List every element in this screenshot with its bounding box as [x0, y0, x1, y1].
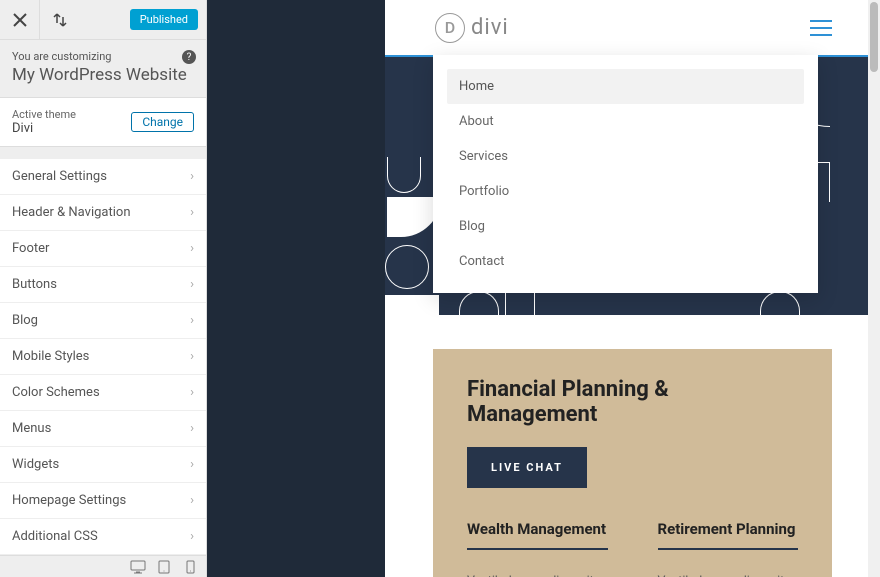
- desktop-device-icon[interactable]: [128, 557, 148, 577]
- content-column: Wealth Management Vestibulum ac diam sit …: [467, 520, 608, 577]
- chevron-right-icon: ›: [190, 349, 194, 364]
- logo[interactable]: D divi: [435, 13, 509, 43]
- scrollbar-thumb[interactable]: [870, 2, 878, 72]
- logo-icon: D: [435, 13, 465, 43]
- panel-item-footer[interactable]: Footer ›: [0, 231, 206, 267]
- column-text: Vestibulum ac diam sit amet quam vehicul…: [658, 572, 799, 577]
- panel-item-mobile-styles[interactable]: Mobile Styles ›: [0, 339, 206, 375]
- site-header: D divi: [385, 0, 880, 55]
- panel-item-color-schemes[interactable]: Color Schemes ›: [0, 375, 206, 411]
- panel-item-label: Buttons: [12, 277, 57, 292]
- active-theme-section: Active theme Divi Change: [0, 97, 206, 147]
- content-section: Financial Planning & Management LIVE CHA…: [433, 349, 832, 577]
- tablet-device-icon[interactable]: [154, 557, 174, 577]
- menu-item-services[interactable]: Services: [447, 139, 804, 174]
- you-are-customizing-label: You are customizing ?: [0, 40, 206, 65]
- mobile-dropdown-menu: HomeAboutServicesPortfolioBlogContact: [433, 55, 818, 293]
- menu-item-blog[interactable]: Blog: [447, 209, 804, 244]
- chevron-right-icon: ›: [190, 529, 194, 544]
- panel-item-label: Blog: [12, 313, 38, 328]
- chevron-right-icon: ›: [190, 169, 194, 184]
- decorative-shape: [459, 291, 499, 315]
- column-title: Wealth Management: [467, 520, 608, 550]
- decorative-shape: [385, 295, 439, 315]
- preview-scrollbar[interactable]: [868, 0, 880, 577]
- panel-item-label: Additional CSS: [12, 529, 98, 544]
- sidebar-bottom-bar: [0, 555, 206, 577]
- chevron-right-icon: ›: [190, 421, 194, 436]
- menu-item-about[interactable]: About: [447, 104, 804, 139]
- panel-item-additional-css[interactable]: Additional CSS ›: [0, 519, 206, 555]
- change-theme-button[interactable]: Change: [131, 112, 194, 132]
- panel-item-header-navigation[interactable]: Header & Navigation ›: [0, 195, 206, 231]
- decorative-shape: [760, 291, 800, 315]
- panel-item-label: Footer: [12, 241, 49, 256]
- chevron-right-icon: ›: [190, 205, 194, 220]
- chevron-right-icon: ›: [190, 457, 194, 472]
- panel-item-label: General Settings: [12, 169, 107, 184]
- help-icon[interactable]: ?: [182, 50, 196, 64]
- active-theme-name: Divi: [12, 121, 76, 136]
- hamburger-icon: [810, 20, 832, 22]
- panel-item-label: Header & Navigation: [12, 205, 131, 220]
- publish-button[interactable]: Published: [130, 9, 198, 30]
- panel-item-menus[interactable]: Menus ›: [0, 411, 206, 447]
- site-title: My WordPress Website: [0, 65, 206, 97]
- menu-item-home[interactable]: Home: [447, 69, 804, 104]
- sidebar-top-bar: Published: [0, 0, 206, 40]
- panel-item-general-settings[interactable]: General Settings ›: [0, 159, 206, 195]
- menu-item-portfolio[interactable]: Portfolio: [447, 174, 804, 209]
- section-title: Financial Planning & Management: [467, 377, 798, 427]
- decorative-shape: [385, 245, 429, 289]
- chevron-right-icon: ›: [190, 493, 194, 508]
- decorative-shape: [387, 157, 421, 193]
- mobile-device-icon[interactable]: [180, 557, 200, 577]
- logo-text: divi: [471, 15, 509, 40]
- panel-item-label: Homepage Settings: [12, 493, 126, 508]
- chevron-right-icon: ›: [190, 277, 194, 292]
- panel-item-label: Color Schemes: [12, 385, 100, 400]
- decorative-shape: [505, 291, 535, 315]
- panel-item-homepage-settings[interactable]: Homepage Settings ›: [0, 483, 206, 519]
- active-theme-label: Active theme: [12, 108, 76, 121]
- swap-icon: [53, 13, 67, 27]
- two-column-row: Wealth Management Vestibulum ac diam sit …: [467, 520, 798, 577]
- hamburger-menu-button[interactable]: [810, 20, 832, 36]
- preview-gutter: [207, 0, 385, 577]
- hero-section: HomeAboutServicesPortfolioBlogContact: [385, 55, 880, 315]
- close-button[interactable]: [0, 0, 40, 40]
- panel-item-label: Mobile Styles: [12, 349, 89, 364]
- close-icon: [13, 13, 27, 27]
- menu-item-contact[interactable]: Contact: [447, 244, 804, 279]
- customizer-sidebar: Published You are customizing ? My WordP…: [0, 0, 207, 577]
- panel-item-buttons[interactable]: Buttons ›: [0, 267, 206, 303]
- panel-item-label: Widgets: [12, 457, 59, 472]
- panel-item-label: Menus: [12, 421, 51, 436]
- preview-pane: D divi HomeAboutServicesPortfol: [385, 0, 880, 577]
- live-chat-button[interactable]: LIVE CHAT: [467, 447, 587, 488]
- chevron-right-icon: ›: [190, 313, 194, 328]
- chevron-right-icon: ›: [190, 241, 194, 256]
- content-column: Retirement Planning Vestibulum ac diam si…: [658, 520, 799, 577]
- panel-item-blog[interactable]: Blog ›: [0, 303, 206, 339]
- chevron-right-icon: ›: [190, 385, 194, 400]
- customizer-panel-list: General Settings›Header & Navigation›Foo…: [0, 159, 206, 555]
- column-text: Vestibulum ac diam sit amet quam vehicul…: [467, 572, 608, 577]
- panel-item-widgets[interactable]: Widgets ›: [0, 447, 206, 483]
- column-title: Retirement Planning: [658, 520, 799, 550]
- collapse-button[interactable]: [40, 0, 80, 40]
